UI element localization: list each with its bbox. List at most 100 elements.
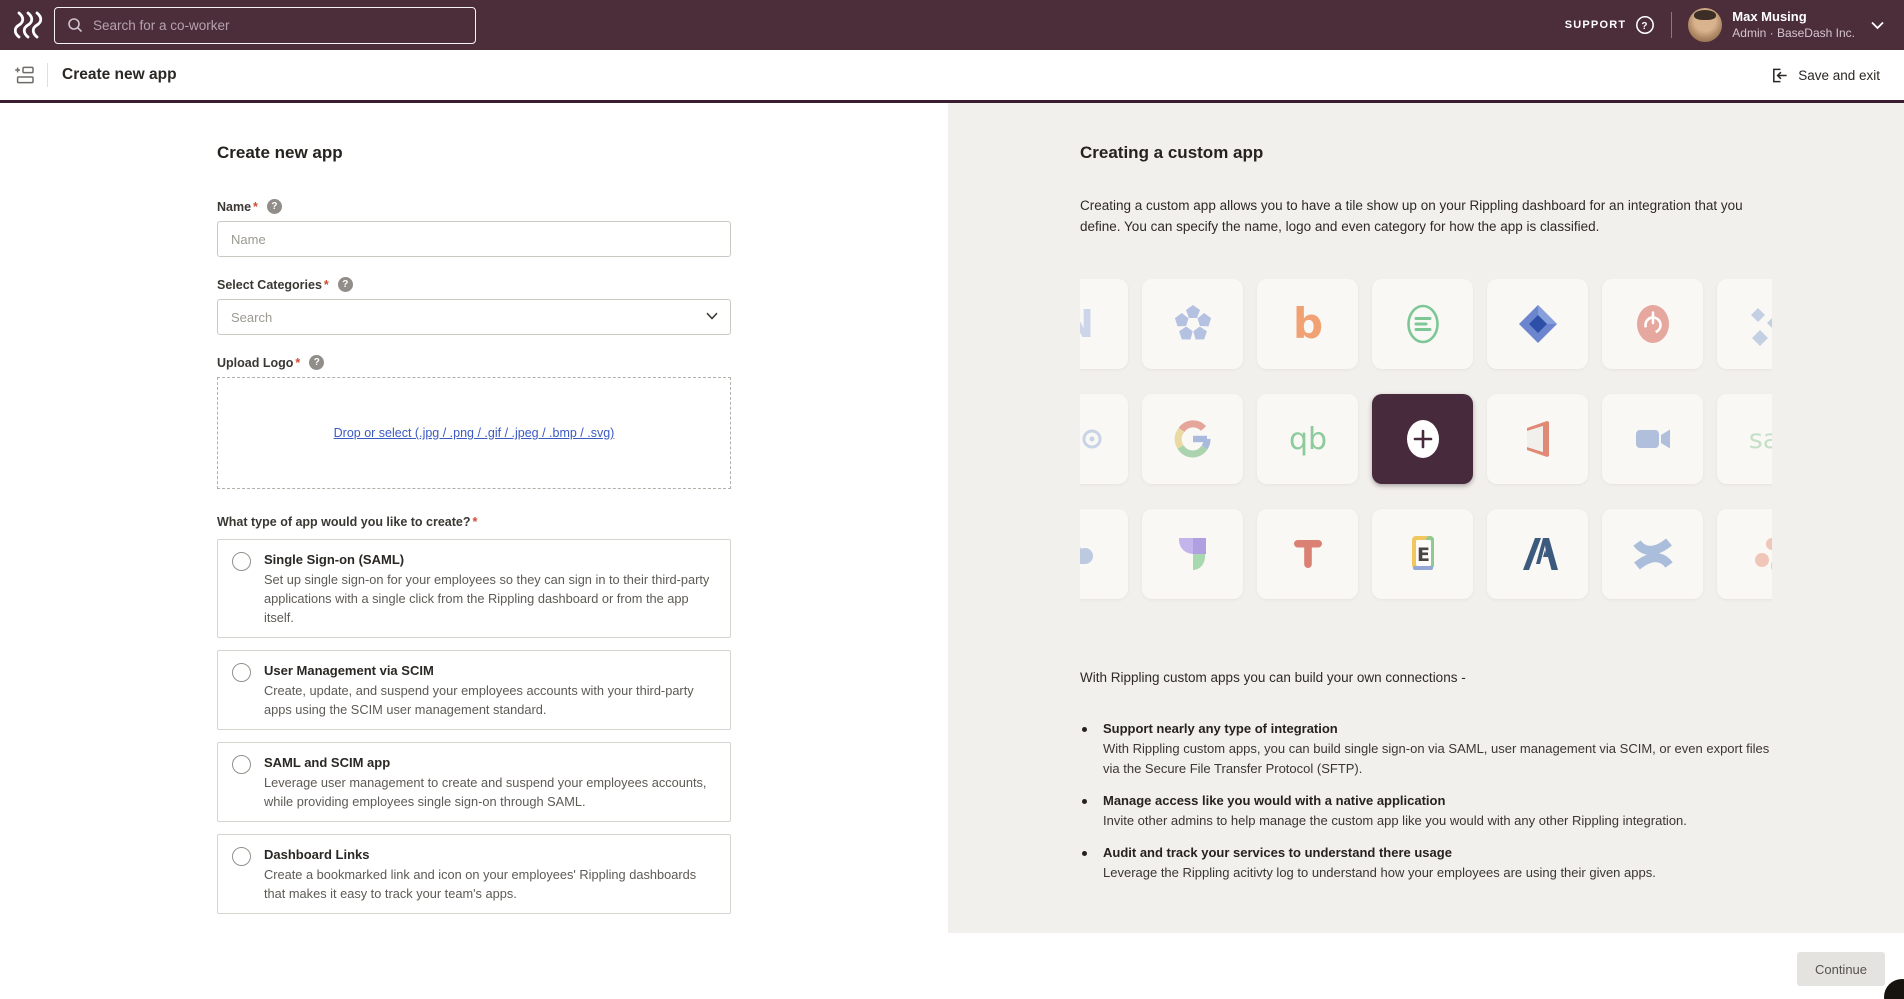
name-help-icon[interactable]: ? [267, 199, 282, 214]
user-name: Max Musing [1732, 9, 1855, 25]
bullet-item: Audit and track your services to underst… [1080, 843, 1780, 883]
bullet-title: Support nearly any type of integration [1103, 719, 1780, 739]
option-description: Create, update, and suspend your employe… [264, 681, 714, 719]
user-avatar[interactable] [1688, 8, 1722, 42]
logo-dropzone[interactable]: Drop or select (.jpg / .png / .gif / .jp… [217, 377, 731, 489]
tile-row: ro [1080, 394, 1772, 484]
radio-button[interactable] [232, 663, 251, 682]
aside-intro: Creating a custom app allows you to have… [1080, 195, 1770, 237]
help-circle-icon: ? [1635, 15, 1655, 35]
radio-button[interactable] [232, 755, 251, 774]
app-tile video-camera-icon [1602, 394, 1703, 484]
option-card-dashboard-links[interactable]: Dashboard Links Create a bookmarked link… [217, 834, 731, 914]
name-label: Name [217, 200, 251, 214]
page-title: Create new app [62, 66, 177, 84]
categories-label: Select Categories [217, 278, 322, 292]
connections-line: With Rippling custom apps you can build … [1080, 670, 1904, 685]
support-button[interactable]: SUPPORT ? [1565, 15, 1656, 35]
app-tile list-oval-icon [1372, 279, 1473, 369]
categories-field: Select Categories* ? [217, 277, 731, 335]
svg-text:qb: qb [1288, 422, 1326, 457]
bullet-dot [1082, 727, 1087, 732]
bullet-body: With Rippling custom apps, you can build… [1103, 739, 1780, 779]
svg-text:?: ? [1642, 21, 1649, 32]
app-tile dots-icon [1717, 509, 1772, 599]
bullet-item: Manage access like you would with a nati… [1080, 791, 1780, 831]
upload-help-icon[interactable]: ? [309, 355, 324, 370]
categories-help-icon[interactable]: ? [338, 277, 353, 292]
custom-app-info-panel: Creating a custom app Creating a custom … [948, 103, 1904, 933]
required-asterisk: * [473, 515, 478, 529]
app-tile office-box-icon [1487, 394, 1588, 484]
create-app-form-panel: Create new app Name* ? Select Categories… [0, 103, 948, 933]
coworker-search[interactable] [54, 7, 476, 44]
steps-list-icon [14, 65, 35, 85]
upload-logo-field: Upload Logo* ? Drop or select (.jpg / .p… [217, 355, 731, 489]
option-card-scim[interactable]: User Management via SCIM Create, update,… [217, 650, 731, 730]
bullet-title: Manage access like you would with a nati… [1103, 791, 1687, 811]
svg-text:N: N [1080, 302, 1093, 346]
topbar-divider [1671, 12, 1672, 38]
required-asterisk: * [253, 200, 258, 214]
feature-bullets: Support nearly any type of integration W… [1080, 719, 1780, 883]
app-tile pentagon-shards-icon [1142, 279, 1243, 369]
app-tile power-circle-icon [1602, 279, 1703, 369]
header-divider [47, 63, 48, 87]
svg-text:sa: sa [1748, 424, 1772, 455]
save-and-exit-button[interactable]: Save and exit [1770, 66, 1880, 85]
app-tile qb-letters-icon: qb [1257, 394, 1358, 484]
app-tile google-g-icon [1142, 394, 1243, 484]
app-tile quad-leaf-icon [1142, 509, 1243, 599]
option-card-saml-scim[interactable]: SAML and SCIM app Leverage user manageme… [217, 742, 731, 822]
app-tile letter-tile-icon: N [1080, 279, 1128, 369]
option-title: User Management via SCIM [264, 661, 714, 680]
app-tile sa-text-icon: sa [1717, 394, 1772, 484]
bullet-title: Audit and track your services to underst… [1103, 843, 1656, 863]
name-field: Name* ? [217, 199, 731, 257]
steps-menu-button[interactable] [14, 65, 35, 85]
app-type-question: What type of app would you like to creat… [217, 515, 471, 529]
support-label: SUPPORT [1565, 19, 1627, 31]
rippling-logo-icon[interactable] [14, 10, 44, 40]
footer-bar: Continue [0, 933, 1904, 999]
user-menu[interactable]: Max Musing Admin · BaseDash Inc. [1732, 9, 1855, 40]
top-navigation-bar: SUPPORT ? Max Musing Admin · BaseDash In… [0, 0, 1904, 50]
aside-title: Creating a custom app [1080, 143, 1904, 163]
app-tile ro-text-icon: ro [1080, 394, 1128, 484]
app-tile e-card-icon: E [1372, 509, 1473, 599]
app-tile b-letter-icon: b [1257, 279, 1358, 369]
name-input[interactable] [217, 221, 731, 257]
option-description: Set up single sign-on for your employees… [264, 570, 714, 627]
option-title: Dashboard Links [264, 845, 714, 864]
option-description: Leverage user management to create and s… [264, 773, 714, 811]
svg-text:b: b [1292, 300, 1322, 348]
continue-button[interactable]: Continue [1797, 952, 1885, 986]
drop-or-select-link[interactable]: Drop or select (.jpg / .png / .gif / .jp… [334, 426, 615, 440]
app-tile a-slash-icon [1487, 509, 1588, 599]
search-icon [67, 17, 83, 33]
radio-button[interactable] [232, 552, 251, 571]
tile-row: E [1080, 509, 1772, 599]
chevron-down-icon[interactable] [1871, 21, 1884, 30]
search-input[interactable] [93, 18, 463, 33]
categories-select[interactable] [217, 299, 731, 335]
option-title: SAML and SCIM app [264, 753, 714, 772]
page-header: Create new app Save and exit [0, 50, 1904, 103]
bullet-body: Invite other admins to help manage the c… [1103, 811, 1687, 831]
required-asterisk: * [324, 278, 329, 292]
app-tile jira-diamond-icon [1487, 279, 1588, 369]
option-card-saml[interactable]: Single Sign-on (SAML) Set up single sign… [217, 539, 731, 638]
app-tile confluence-waves-icon [1602, 509, 1703, 599]
app-tiles-grid: N b [1080, 279, 1772, 624]
option-description: Create a bookmarked link and icon on you… [264, 865, 714, 903]
exit-arrow-icon [1770, 66, 1789, 85]
required-asterisk: * [295, 356, 300, 370]
bullet-body: Leverage the Rippling acitivty log to un… [1103, 863, 1656, 883]
radio-button[interactable] [232, 847, 251, 866]
save-and-exit-label: Save and exit [1798, 68, 1880, 83]
app-tile custom-add-icon [1372, 394, 1473, 484]
chat-widget-icon[interactable] [1884, 979, 1904, 999]
option-title: Single Sign-on (SAML) [264, 550, 714, 569]
bullet-item: Support nearly any type of integration W… [1080, 719, 1780, 779]
user-role: Admin · BaseDash Inc. [1732, 26, 1855, 41]
